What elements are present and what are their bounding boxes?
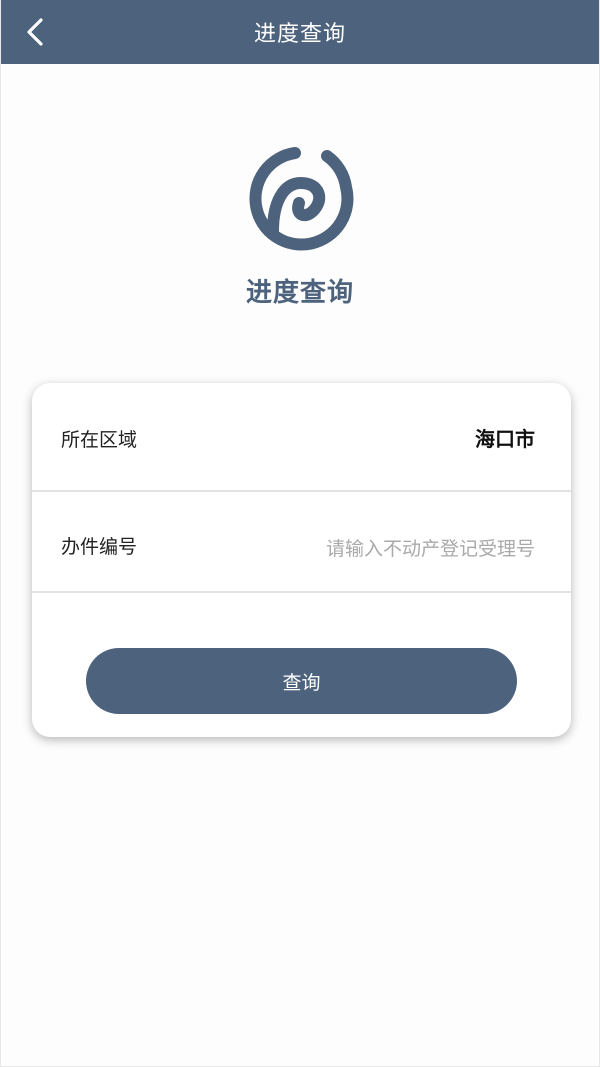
page-title: 进度查询 <box>253 22 346 47</box>
case-number-row: 办件编号 <box>32 492 571 593</box>
area-row[interactable]: 所在区域 海口市 <box>32 383 571 492</box>
brand-title: 进度查询 <box>245 278 354 308</box>
area-label: 所在区域 <box>61 429 138 451</box>
top-bar: 进度查询 <box>1 0 599 64</box>
case-number-input[interactable] <box>265 532 535 566</box>
chevron-left-icon <box>27 18 43 46</box>
query-form-card: 所在区域 海口市 办件编号 查询 <box>32 383 571 737</box>
area-value[interactable]: 海口市 <box>475 423 535 452</box>
query-page: 进度查询 进度查询 所在区域 海口市 办件编号 查询 <box>0 0 600 1067</box>
case-number-label: 办件编号 <box>61 536 138 558</box>
brand-logo-icon <box>249 147 354 251</box>
back-button[interactable] <box>17 14 53 50</box>
query-button[interactable]: 查询 <box>86 648 517 714</box>
